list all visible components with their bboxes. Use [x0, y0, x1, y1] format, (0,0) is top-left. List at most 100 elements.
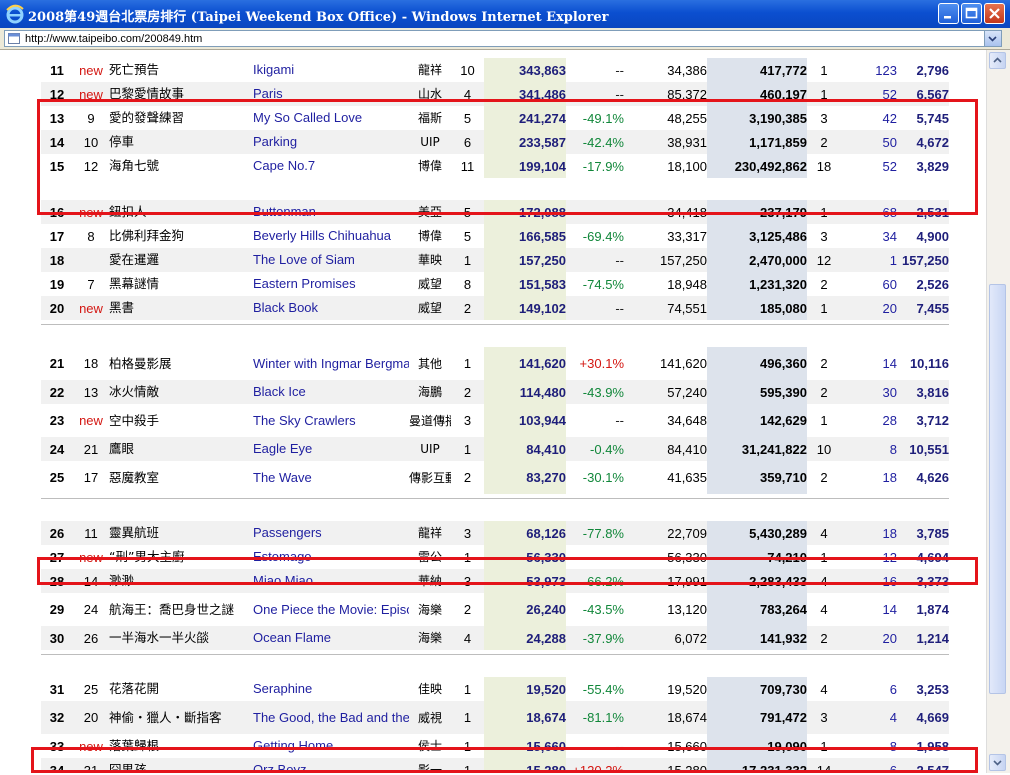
average-cell: 18,948 — [667, 276, 707, 292]
rank-cell: 14 — [41, 130, 73, 154]
change-percent-cell: -- — [615, 738, 624, 754]
previous-rank-cell: 14 — [73, 569, 109, 593]
address-dropdown-button[interactable] — [984, 31, 1001, 46]
weekend-gross-cell: 24,288 — [484, 626, 566, 650]
table-row: 22 13 冰火情敵 Black Ice 海鵬 2 114,480 -43.9% 57,240 5… — [41, 380, 949, 404]
change-percent-cell: -55.4% — [582, 681, 624, 697]
english-title-cell[interactable]: Getting Home — [253, 734, 409, 758]
minimize-button[interactable] — [938, 3, 959, 24]
english-title-cell[interactable]: Paris — [253, 82, 409, 106]
table-row: 17 8 比佛利拜金狗 Beverly Hills Chihuahua 博偉 5 166,5… — [41, 224, 949, 248]
rank-cell: 28 — [41, 569, 73, 593]
previous-rank-cell: new — [73, 200, 109, 224]
english-title-cell[interactable]: Passengers — [253, 521, 409, 545]
table-row: 24 21 鷹眼 Eagle Eye UIP 1 84,410 -0.4% 84,410 31,2… — [41, 437, 949, 461]
english-title-cell[interactable]: Estomago — [253, 545, 409, 569]
maximize-icon — [965, 7, 978, 19]
per-screen-average-cell: 3,816 — [897, 380, 949, 404]
screens-cell: 123 — [875, 62, 897, 78]
change-percent-cell: -37.9% — [566, 626, 624, 650]
average-cell: 85,372 — [624, 82, 707, 106]
table-row: 19 7 黑幕謎情 Eastern Promises 威望 8 151,583 -74.5% 1… — [41, 272, 949, 296]
per-screen-average-cell: 3,373 — [897, 569, 949, 593]
previous-rank-cell: 12 — [83, 158, 99, 174]
weekend-gross-cell: 151,583 — [484, 272, 566, 296]
weekend-count-cell: 1 — [463, 738, 472, 754]
english-title-cell[interactable]: Beverly Hills Chihuahua — [253, 224, 409, 248]
weeks-cell: 1 — [820, 549, 828, 565]
english-title-cell[interactable]: Cape No.7 — [253, 154, 409, 178]
english-title-cell[interactable]: Parking — [253, 130, 409, 154]
english-title-cell[interactable]: Black Book — [253, 296, 409, 320]
screens-cell: 18 — [841, 521, 897, 545]
distributor-cell: 華納 — [409, 569, 451, 593]
english-title-cell[interactable]: The Sky Crawlers — [253, 404, 409, 437]
screens-cell: 42 — [882, 110, 897, 126]
english-title-cell[interactable]: Seraphine — [253, 677, 409, 701]
weeks-cell: 2 — [807, 380, 841, 404]
english-title-cell[interactable]: The Wave — [253, 461, 409, 494]
chinese-title-cell: 愛的發聲練習 — [109, 110, 185, 125]
english-title-cell[interactable]: Winter with Ingmar Bergman Film Festival — [253, 347, 409, 380]
screens-cell: 68 — [841, 200, 897, 224]
previous-rank-cell: 21 — [73, 437, 109, 461]
average-cell: 141,620 — [660, 356, 707, 371]
weekend-count-cell: 2 — [451, 380, 484, 404]
per-screen-average-cell: 3,785 — [897, 521, 949, 545]
english-title-cell[interactable]: Ikigami — [253, 58, 409, 82]
english-title-cell[interactable]: One Piece the Movie: Episode of Chopper — [253, 593, 409, 626]
per-screen-average-cell: 6,567 — [897, 82, 949, 106]
close-button[interactable] — [984, 3, 1005, 24]
weekend-count-cell: 1 — [463, 356, 472, 371]
english-title-cell[interactable]: My So Called Love — [253, 106, 409, 130]
change-percent-cell: -81.1% — [566, 701, 624, 734]
screens-cell: 52 — [882, 158, 897, 174]
change-percent-cell: -43.9% — [566, 380, 624, 404]
weekend-gross-cell: 26,240 — [484, 593, 566, 626]
chevron-down-icon — [988, 36, 997, 42]
row-spacer — [41, 654, 949, 677]
screens-cell: 4 — [841, 701, 897, 734]
weeks-cell: 1 — [820, 738, 828, 754]
maximize-button[interactable] — [961, 3, 982, 24]
change-percent-cell: -77.8% — [566, 521, 624, 545]
english-title-cell[interactable]: Eastern Promises — [253, 272, 409, 296]
weeks-cell: 12 — [807, 248, 841, 272]
scroll-thumb[interactable] — [989, 284, 1006, 694]
weekend-gross-cell: 114,480 — [484, 380, 566, 404]
cumulative-gross-cell: 31,241,822 — [707, 437, 807, 461]
address-field[interactable]: http://www.taipeibo.com/200849.htm — [4, 30, 1002, 47]
rank-cell: 31 — [49, 681, 65, 697]
chinese-title-cell: 黑幕謎情 — [109, 276, 160, 291]
english-title-cell[interactable]: Orz Boyz — [253, 758, 409, 773]
english-title-cell[interactable]: Miao Miao — [253, 569, 409, 593]
english-title-cell[interactable]: Buttonman — [253, 200, 409, 224]
table-row: 14 10 停車 Parking UIP 6 233,587 -42.4% 38,931 1,17… — [41, 130, 949, 154]
table-row: 23 new 空中殺手 The Sky Crawlers曼道傳播 3 103,944 -- 3… — [41, 404, 949, 437]
weekend-gross-cell: 241,274 — [484, 106, 566, 130]
english-title-cell[interactable]: Eagle Eye — [253, 437, 409, 461]
scroll-up-button[interactable] — [989, 52, 1006, 69]
rank-cell: 21 — [49, 356, 65, 371]
weekend-gross-cell: 233,587 — [484, 130, 566, 154]
english-title-cell[interactable]: The Good, the Bad and the Weird — [253, 701, 409, 734]
weekend-count-cell: 3 — [463, 413, 472, 428]
english-title-cell[interactable]: Black Ice — [253, 380, 409, 404]
english-title-cell[interactable]: Ocean Flame — [253, 626, 409, 650]
table-row: 12 new 巴黎愛情故事 Paris 山水 4 341,486 -- 85,372 460,19… — [41, 82, 949, 106]
weekend-gross-cell: 19,520 — [484, 677, 566, 701]
average-cell: 22,709 — [624, 521, 707, 545]
vertical-scrollbar[interactable] — [986, 50, 1010, 773]
weekend-gross-cell: 68,126 — [484, 521, 566, 545]
table-row: 33 new 落葉歸根 Getting Home 侯士 1 15,660 -- 15,660 19… — [41, 734, 949, 758]
per-screen-average-cell: 1,214 — [897, 626, 949, 650]
weeks-cell: 18 — [816, 158, 832, 174]
cumulative-gross-cell: 74,210 — [707, 545, 807, 569]
screens-cell: 6 — [889, 681, 897, 697]
scroll-down-button[interactable] — [989, 754, 1006, 771]
table-row: 2118柏格曼影展Winter with Ingmar Bergman Film… — [41, 347, 949, 380]
english-title-cell[interactable]: The Love of Siam — [253, 248, 409, 272]
average-cell: 13,120 — [667, 602, 707, 617]
change-percent-cell: -- — [615, 549, 624, 565]
per-screen-average-cell: 1,958 — [916, 738, 949, 754]
